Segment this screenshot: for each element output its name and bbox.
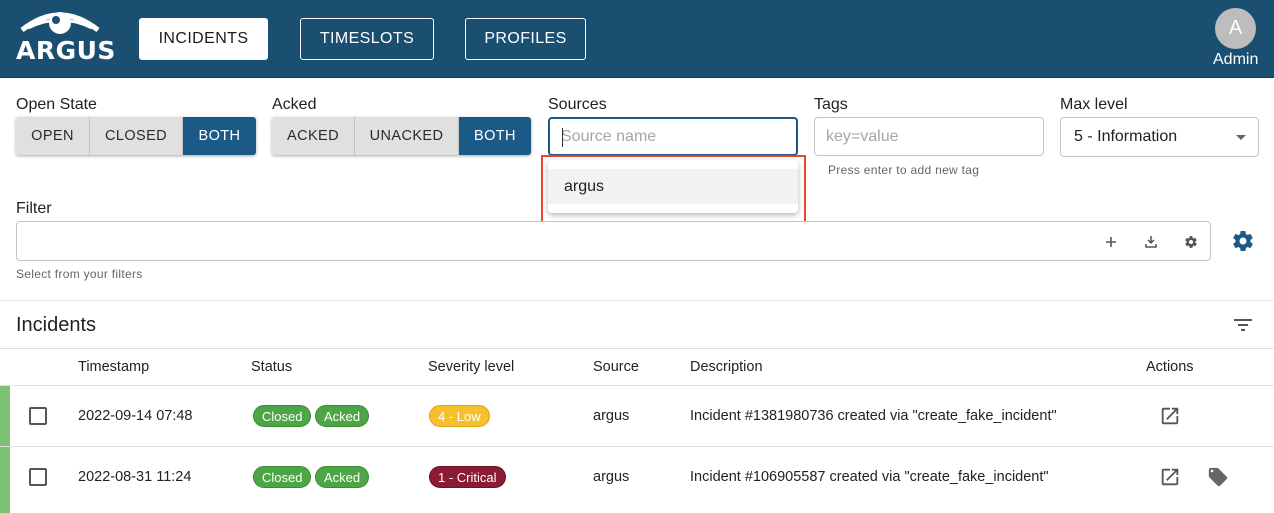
open-state-closed-button[interactable]: CLOSED: [90, 117, 183, 155]
tag-icon[interactable]: [1207, 466, 1229, 488]
open-in-new-icon[interactable]: [1159, 405, 1181, 427]
open-in-new-icon[interactable]: [1159, 466, 1181, 488]
acked-label: Acked: [272, 96, 317, 113]
tags-helper-text: Press enter to add new tag: [828, 163, 980, 177]
max-level-label: Max level: [1060, 96, 1128, 113]
logo-text: ARGUS: [16, 36, 116, 65]
open-state-toggle-group: OPEN CLOSED BOTH: [16, 117, 256, 155]
dropdown-arrow-icon: [1236, 135, 1246, 140]
max-level-value: 5 - Information: [1074, 128, 1178, 145]
severity-chip: 4 - Low: [429, 405, 490, 427]
add-icon[interactable]: [1102, 233, 1120, 251]
column-header-source[interactable]: Source: [593, 359, 639, 375]
nav-timeslots[interactable]: TIMESLOTS: [300, 18, 434, 60]
column-header-timestamp[interactable]: Timestamp: [78, 359, 149, 375]
status-acked-chip: Acked: [315, 405, 370, 427]
download-icon[interactable]: [1142, 233, 1160, 251]
max-level-select[interactable]: 5 - Information: [1060, 117, 1259, 157]
row-source: argus: [593, 469, 630, 485]
eye-logo-icon: [20, 12, 100, 34]
sources-input[interactable]: [550, 119, 796, 154]
row-checkbox[interactable]: [29, 468, 47, 486]
open-state-both-button[interactable]: BOTH: [183, 117, 256, 155]
highlight-box: [541, 155, 806, 229]
sources-field[interactable]: [548, 117, 798, 156]
acked-toggle-group: ACKED UNACKED BOTH: [272, 117, 531, 155]
status-acked-chip: Acked: [315, 466, 370, 488]
status-closed-chip: Closed: [253, 466, 312, 488]
status-closed-chip: Closed: [253, 405, 312, 427]
table-header-border: [0, 385, 1274, 386]
nav-profiles[interactable]: PROFILES: [465, 18, 586, 60]
tags-field[interactable]: [814, 117, 1044, 156]
row-source: argus: [593, 408, 630, 424]
acked-both-button[interactable]: BOTH: [459, 117, 531, 155]
tags-label: Tags: [814, 96, 848, 113]
column-header-actions: Actions: [1146, 359, 1194, 375]
column-header-description[interactable]: Description: [690, 359, 763, 375]
row-status-stripe: [0, 447, 10, 513]
row-status-stripe: [0, 386, 10, 446]
column-header-status[interactable]: Status: [251, 359, 292, 375]
column-header-severity[interactable]: Severity level: [428, 359, 514, 375]
filter-settings-gear-icon[interactable]: [1231, 229, 1255, 253]
row-timestamp: 2022-08-31 11:24: [78, 469, 192, 485]
severity-chip: 1 - Critical: [429, 466, 506, 488]
row-timestamp: 2022-09-14 07:48: [78, 408, 193, 424]
nav-incidents[interactable]: INCIDENTS: [139, 18, 268, 60]
argus-logo[interactable]: ARGUS: [14, 6, 115, 68]
section-divider: [0, 300, 1274, 301]
row-checkbox[interactable]: [29, 407, 47, 425]
app-header: ARGUS INCIDENTS TIMESLOTS PROFILES A Adm…: [0, 0, 1274, 78]
acked-unacked-button[interactable]: UNACKED: [355, 117, 459, 155]
tags-input[interactable]: [815, 118, 1043, 155]
text-caret: [562, 128, 563, 147]
filter-select[interactable]: [16, 221, 1211, 261]
sources-label: Sources: [548, 96, 607, 113]
filter-label: Filter: [16, 200, 52, 217]
user-name[interactable]: Admin: [1213, 51, 1258, 69]
acked-acked-button[interactable]: ACKED: [272, 117, 355, 155]
open-state-label: Open State: [16, 96, 97, 113]
row-border: [0, 446, 1274, 447]
incidents-title: Incidents: [16, 314, 97, 336]
user-avatar[interactable]: A: [1215, 8, 1256, 49]
settings-icon[interactable]: [1182, 233, 1200, 251]
filter-helper-text: Select from your filters: [16, 267, 143, 281]
row-description: Incident #106905587 created via "create_…: [690, 469, 1049, 485]
open-state-open-button[interactable]: OPEN: [16, 117, 90, 155]
table-header-top-border: [0, 348, 1274, 349]
filter-list-icon[interactable]: [1232, 316, 1254, 334]
row-description: Incident #1381980736 created via "create…: [690, 408, 1057, 424]
